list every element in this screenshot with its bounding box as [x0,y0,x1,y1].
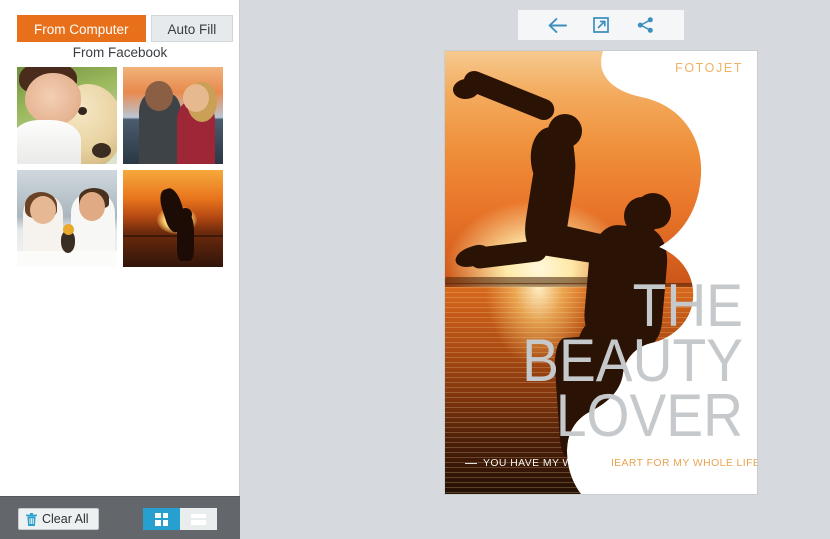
source-tabs: From Computer Auto Fill [17,15,234,42]
app-root: From Computer Auto Fill From Facebook Cl… [0,0,830,539]
canvas-area: FOTOJET THE BEAUTY LOVER YOU HAVE MY WHO… [240,0,830,539]
list-icon [191,513,206,525]
grid-icon [155,512,168,526]
thumbnail-grid [17,67,223,267]
export-button[interactable] [590,14,612,36]
share-button[interactable] [634,14,656,36]
poster-brand: FOTOJET [675,61,743,75]
arrow-left-icon [548,17,567,33]
view-mode-toggle [143,508,217,530]
man-head-shape [79,192,105,221]
woman-shirt-shape [17,120,81,164]
back-button[interactable] [546,14,568,36]
list-view-button[interactable] [180,508,217,530]
silhouette-two-head-shape [179,208,192,221]
clear-all-button[interactable]: Clear All [18,508,99,530]
tagline-dash-icon [465,463,477,464]
dog-nose-shape [92,143,111,158]
sidebar-bottom-bar: Clear All [0,496,240,539]
poster-tagline: YOU HAVE MY WHOLE HEART FOR MY WHOLE LIF… [465,458,757,469]
thumbnail-woman-with-dog[interactable] [17,67,117,164]
share-icon [637,17,654,33]
external-link-icon [593,17,609,33]
tab-from-computer[interactable]: From Computer [17,15,146,42]
horizon-shape [123,235,223,237]
canvas-toolbar [518,10,684,40]
table-shape [17,251,117,267]
tab-auto-fill[interactable]: Auto Fill [150,15,234,42]
thumbnail-couple-embracing-sunset[interactable] [123,67,223,164]
grid-view-button[interactable] [143,508,180,530]
sidebar: From Computer Auto Fill From Facebook Cl… [0,0,240,539]
poster-tagline-text: YOU HAVE MY WHOLE HEART FOR MY WHOLE LIF… [483,458,757,469]
clear-all-label: Clear All [42,512,89,526]
poster-title-line-3: LOVER [555,382,743,450]
thumbnail-couple-at-table[interactable] [17,170,117,267]
woman-head-shape [30,196,56,224]
woman-head-shape [183,84,209,112]
woman-face-shape [25,73,81,125]
man-head-shape [145,81,173,111]
trash-icon [26,512,37,526]
poster-title: THE BEAUTY LOVER [493,272,743,450]
poster-title-line-1: THE [632,272,743,339]
source-link-facebook[interactable]: From Facebook [0,45,240,60]
poster-canvas[interactable]: FOTOJET THE BEAUTY LOVER YOU HAVE MY WHO… [445,51,757,494]
thumbnail-silhouette-couple-jumping-sunset[interactable] [123,170,223,267]
flower-shape [63,224,74,235]
poster-title-line-2: BEAUTY [522,327,743,395]
